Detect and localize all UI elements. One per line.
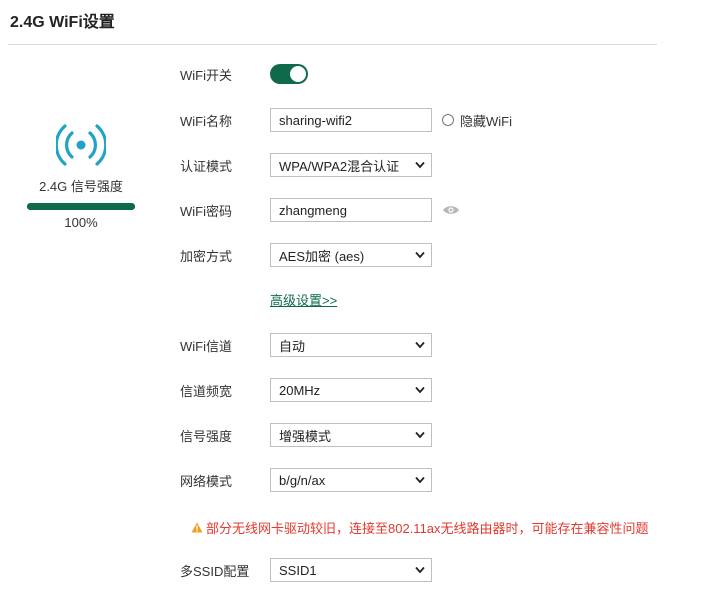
network-mode-row: 网络模式 b/g/n/ax bbox=[180, 468, 432, 492]
chevron-down-icon bbox=[415, 386, 425, 394]
auth-label: 认证模式 bbox=[180, 158, 233, 174]
multi-ssid-row: 多SSID配置 SSID1 bbox=[180, 558, 432, 582]
ssid-label: WiFi名称 bbox=[180, 113, 232, 129]
auth-select[interactable]: WPA/WPA2混合认证 bbox=[270, 153, 432, 177]
multi-ssid-label: 多SSID配置 bbox=[180, 563, 250, 579]
advanced-settings-link[interactable]: 高级设置>> bbox=[270, 290, 337, 309]
encryption-select-value: AES加密 (aes) bbox=[279, 248, 365, 264]
chevron-down-icon bbox=[415, 431, 425, 439]
hide-wifi-radio[interactable] bbox=[442, 114, 454, 126]
network-mode-label: 网络模式 bbox=[180, 473, 233, 489]
multi-ssid-select[interactable]: SSID1 bbox=[270, 558, 432, 582]
page-title: 2.4G WiFi设置 bbox=[10, 14, 115, 31]
bandwidth-row: 信道频宽 20MHz bbox=[180, 378, 432, 402]
wifi-switch-row: WiFi开关 bbox=[180, 63, 308, 85]
signal-panel: 2.4G 信号强度 100% bbox=[22, 122, 140, 230]
warning-icon bbox=[191, 522, 203, 533]
multi-ssid-select-value: SSID1 bbox=[279, 562, 317, 578]
warning-text: 部分无线网卡驱动较旧，连接至802.11ax无线路由器时，可能存在兼容性问题 bbox=[206, 521, 649, 536]
channel-row: WiFi信道 自动 bbox=[180, 333, 432, 357]
chevron-down-icon bbox=[415, 251, 425, 259]
compatibility-warning: 部分无线网卡驱动较旧，连接至802.11ax无线路由器时，可能存在兼容性问题 bbox=[191, 518, 649, 537]
password-label: WiFi密码 bbox=[180, 203, 232, 219]
password-input[interactable]: zhangmeng bbox=[270, 198, 432, 222]
eye-icon[interactable] bbox=[442, 204, 460, 216]
encryption-row: 加密方式 AES加密 (aes) bbox=[180, 243, 432, 267]
password-row: WiFi密码 zhangmeng bbox=[180, 198, 460, 222]
chevron-down-icon bbox=[415, 566, 425, 574]
wifi-signal-icon bbox=[56, 124, 106, 166]
toggle-knob bbox=[290, 66, 306, 82]
channel-label: WiFi信道 bbox=[180, 338, 232, 354]
chevron-down-icon bbox=[415, 476, 425, 484]
signal-strength-bar bbox=[27, 203, 135, 210]
network-mode-select-value: b/g/n/ax bbox=[279, 472, 326, 488]
network-mode-select[interactable]: b/g/n/ax bbox=[270, 468, 432, 492]
title-divider bbox=[8, 44, 657, 45]
channel-select[interactable]: 自动 bbox=[270, 333, 432, 357]
ssid-input[interactable]: sharing-wifi2 bbox=[270, 108, 432, 132]
auth-select-value: WPA/WPA2混合认证 bbox=[279, 158, 400, 174]
chevron-down-icon bbox=[415, 341, 425, 349]
strength-row: 信号强度 增强模式 bbox=[180, 423, 432, 447]
signal-strength-percent: 100% bbox=[64, 215, 98, 230]
hide-wifi-label: 隐藏WiFi bbox=[460, 113, 512, 129]
bandwidth-label: 信道频宽 bbox=[180, 383, 233, 399]
strength-select[interactable]: 增强模式 bbox=[270, 423, 432, 447]
wifi-switch-toggle[interactable] bbox=[270, 64, 308, 84]
ssid-row: WiFi名称 sharing-wifi2 隐藏WiFi bbox=[180, 108, 512, 132]
strength-label: 信号强度 bbox=[180, 428, 233, 444]
channel-select-value: 自动 bbox=[279, 338, 306, 354]
signal-strength-fill bbox=[27, 203, 135, 210]
encryption-select[interactable]: AES加密 (aes) bbox=[270, 243, 432, 267]
signal-strength-label: 2.4G 信号强度 bbox=[39, 179, 123, 194]
chevron-down-icon bbox=[415, 161, 425, 169]
encryption-label: 加密方式 bbox=[180, 248, 233, 264]
wifi-switch-label: WiFi开关 bbox=[180, 67, 232, 83]
bandwidth-select[interactable]: 20MHz bbox=[270, 378, 432, 402]
auth-row: 认证模式 WPA/WPA2混合认证 bbox=[180, 153, 432, 177]
strength-select-value: 增强模式 bbox=[279, 428, 332, 444]
bandwidth-select-value: 20MHz bbox=[279, 382, 321, 398]
